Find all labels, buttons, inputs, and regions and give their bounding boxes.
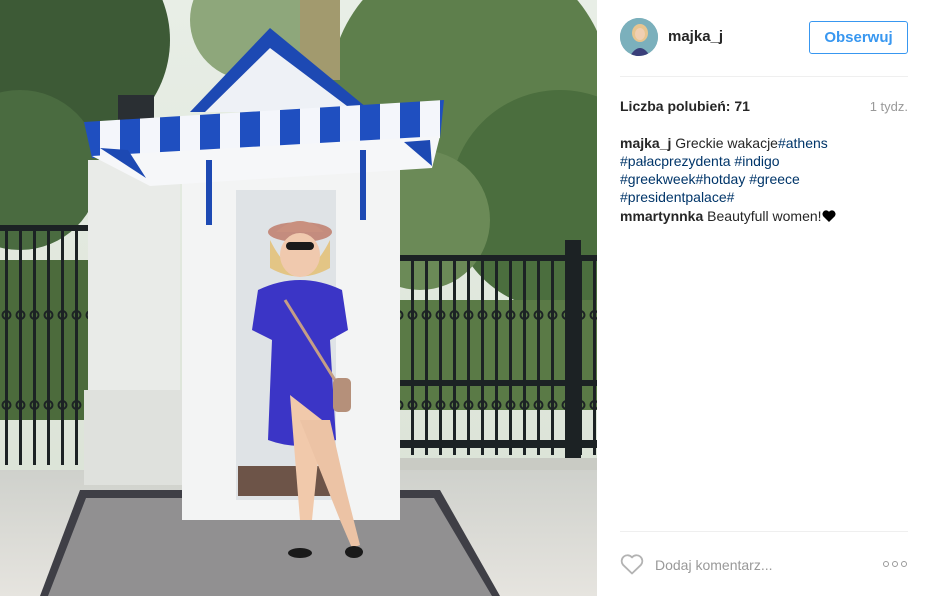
comment-author[interactable]: mmartynnka — [620, 208, 703, 224]
avatar[interactable] — [620, 18, 658, 56]
hashtag[interactable]: #athens — [778, 135, 828, 151]
hashtag[interactable]: #hotday — [696, 171, 746, 187]
post-photo[interactable] — [0, 0, 597, 596]
more-options-icon[interactable] — [883, 561, 909, 569]
black-heart-icon — [822, 210, 836, 222]
footer-divider — [620, 531, 908, 532]
post-timestamp[interactable]: 1 tydz. — [870, 99, 908, 114]
caption-author[interactable]: majka_j — [620, 135, 671, 151]
sentry-box-photo — [0, 0, 597, 596]
post-header: majka_j Obserwuj — [597, 0, 928, 76]
caption: majka_j Greckie wakacje#athens #pałacpre… — [620, 134, 908, 206]
comments-list: majka_j Greckie wakacje#athens #pałacpre… — [620, 134, 908, 226]
add-comment-input[interactable] — [655, 555, 855, 575]
comment-text: Beautyfull women! — [707, 208, 822, 224]
caption-text: Greckie wakacje — [675, 135, 778, 151]
username-link[interactable]: majka_j — [668, 28, 723, 45]
heart-outline-icon[interactable] — [620, 553, 644, 575]
likes-count[interactable]: Liczba polubień: 71 — [620, 98, 750, 114]
hashtag[interactable]: #greece — [749, 171, 800, 187]
hashtag[interactable]: #indigo — [734, 153, 779, 169]
follow-button[interactable]: Obserwuj — [809, 21, 908, 54]
post-sidebar: majka_j Obserwuj Liczba polubień: 71 1 t… — [597, 0, 928, 596]
comment-bar — [597, 545, 928, 585]
comment-item: mmartynnka Beautyfull women! — [620, 207, 908, 225]
hashtag[interactable]: #pałacprezydenta — [620, 153, 731, 169]
hashtag[interactable]: #greekweek — [620, 171, 696, 187]
header-divider — [620, 76, 908, 77]
hashtag[interactable]: #presidentpalace# — [620, 189, 734, 205]
